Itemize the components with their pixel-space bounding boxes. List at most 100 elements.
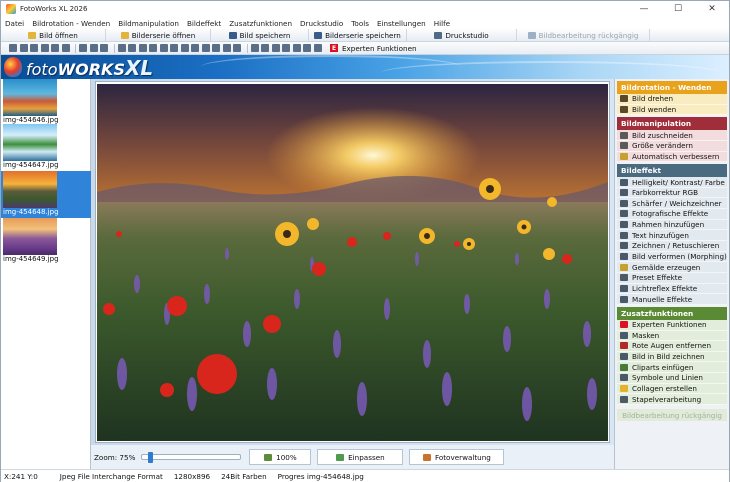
rgb-icon[interactable] (128, 44, 136, 52)
item-manuelle-effekte[interactable]: Manuelle Effekte (617, 294, 727, 305)
item-fotografische-effekte[interactable]: Fotografische Effekte (617, 209, 727, 220)
open-series-button[interactable]: Bilderserie öffnen (106, 29, 211, 41)
item-helligkeit[interactable]: Helligkeit/ Kontrast/ Farbe (617, 177, 727, 188)
save-series-button[interactable]: Bilderserie speichern (309, 29, 407, 41)
manual-icon[interactable] (233, 44, 241, 52)
item-rote-augen[interactable]: Rote Augen entfernen (617, 341, 727, 352)
manual-icon (620, 295, 628, 303)
photo-manager-button[interactable]: Fotoverwaltung (409, 449, 505, 465)
text-icon[interactable] (170, 44, 178, 52)
maximize-button[interactable]: ☐ (661, 1, 695, 17)
rotate-icon[interactable] (30, 44, 38, 52)
resize-icon[interactable] (89, 44, 98, 52)
enhance-icon[interactable] (100, 44, 108, 52)
menu-bildrotation[interactable]: Bildrotation - Wenden (28, 19, 114, 28)
item-gemaelde[interactable]: Gemälde erzeugen (617, 262, 727, 273)
menu-bildeffekt[interactable]: Bildeffekt (183, 19, 225, 28)
rotate-left-icon[interactable] (9, 44, 17, 52)
pip-icon[interactable] (271, 44, 280, 52)
minimize-button[interactable]: — (627, 1, 661, 17)
item-preset[interactable]: Preset Effekte (617, 272, 727, 284)
collage-icon[interactable] (303, 44, 311, 52)
panel-header[interactable]: Bildeffekt (617, 164, 727, 178)
morph-icon[interactable] (191, 44, 199, 52)
flip-horizontal-icon[interactable] (51, 44, 59, 52)
item-experten[interactable]: Experten Funktionen (617, 319, 727, 331)
panel-header[interactable]: Bildmanipulation (617, 117, 727, 131)
preset-icon[interactable] (212, 44, 220, 52)
item-bild-drehen[interactable]: Bild drehen (617, 94, 727, 105)
item-zeichnen[interactable]: Zeichnen / Retuschieren (617, 241, 727, 252)
lensflare-icon (620, 284, 628, 292)
panel-header[interactable]: Bildrotation - Wenden (617, 81, 727, 94)
zoom-100-button[interactable]: 100% (249, 449, 312, 465)
expert-functions-button[interactable]: E Experten Funktionen (330, 44, 417, 53)
menu-druckstudio[interactable]: Druckstudio (296, 19, 347, 28)
menu-tools[interactable]: Tools (347, 19, 373, 28)
flip-vertical-icon[interactable] (61, 44, 70, 52)
brush-icon (620, 242, 628, 250)
brightness-icon[interactable] (117, 44, 126, 52)
undo-button[interactable]: Bildbearbeitung rückgängig (517, 29, 650, 41)
zoom-label: Zoom: 75% (94, 452, 136, 462)
menu-einstellungen[interactable]: Einstellungen (373, 19, 430, 28)
star-icon[interactable] (292, 44, 301, 52)
print-studio-button[interactable]: Druckstudio (407, 29, 517, 41)
item-masken[interactable]: Masken (617, 330, 727, 342)
panel-header[interactable]: Zusatzfunktionen (617, 306, 727, 320)
menu-bildmanipulation[interactable]: Bildmanipulation (114, 19, 183, 28)
main-photo[interactable] (97, 84, 608, 441)
fit-button[interactable]: Einpassen (317, 449, 404, 465)
status-depth: 24Bit Farben (221, 471, 267, 481)
menu-hilfe[interactable]: Hilfe (430, 19, 454, 28)
item-cliparts[interactable]: Cliparts einfügen (617, 362, 727, 374)
item-lichtreflex[interactable]: Lichtreflex Effekte (617, 283, 727, 295)
thumbnail-item-selected[interactable]: img-454648.jpg (1, 171, 91, 218)
clipart-icon[interactable] (282, 44, 290, 52)
thumbnail-item[interactable]: img-454649.jpg (1, 218, 91, 265)
zoom-slider[interactable] (141, 452, 242, 463)
item-schaerfer[interactable]: Schärfer / Weichzeichner (617, 198, 727, 210)
item-verformen[interactable]: Bild verformen (Morphing) (617, 251, 727, 263)
crop-icon[interactable] (79, 44, 87, 52)
undo-disabled-button[interactable]: Bildbearbeitung rückgängig (617, 409, 727, 422)
item-groesse[interactable]: Größe verändern (617, 140, 727, 152)
item-text[interactable]: Text hinzufügen (617, 230, 727, 242)
thumbnail-panel: img-454646.jpg img-454647.jpg img-454648… (1, 79, 91, 469)
save-image-button[interactable]: Bild speichern (211, 29, 309, 41)
lensflare-icon[interactable] (222, 44, 231, 52)
rotate-icon (620, 95, 628, 103)
item-bild-wenden[interactable]: Bild wenden (617, 104, 727, 116)
open-image-button[interactable]: Bild öffnen (1, 29, 106, 41)
item-auto-verbessern[interactable]: Automatisch verbessern (617, 151, 727, 163)
status-size: 1280x896 (173, 471, 211, 481)
item-stapel[interactable]: Stapelverarbeitung (617, 394, 727, 406)
app-logo: fotoWORKSXL (26, 56, 154, 79)
sharpen-icon[interactable] (138, 44, 147, 52)
menu-zusatzfunktionen[interactable]: Zusatzfunktionen (225, 19, 296, 28)
item-symbole[interactable]: Symbole und Linien (617, 373, 727, 384)
image-canvas[interactable] (95, 81, 610, 443)
brush-icon[interactable] (180, 44, 189, 52)
thumbnail-item[interactable]: img-454647.jpg (1, 124, 91, 171)
mask-icon[interactable] (250, 44, 259, 52)
camera-icon[interactable] (149, 44, 157, 52)
frame-icon (620, 221, 628, 229)
menu-datei[interactable]: Datei (1, 19, 28, 28)
item-rahmen[interactable]: Rahmen hinzufügen (617, 219, 727, 231)
frame-icon[interactable] (159, 44, 168, 52)
thumbnail-item[interactable]: img-454646.jpg (1, 79, 91, 126)
item-collagen[interactable]: Collagen erstellen (617, 383, 727, 395)
batch-icon[interactable] (313, 44, 322, 52)
zoom-slider-handle[interactable] (148, 452, 154, 463)
brightness-icon (620, 178, 628, 186)
redeye-icon[interactable] (261, 44, 269, 52)
fit-icon (336, 453, 345, 461)
palette-icon[interactable] (201, 44, 210, 52)
item-farbkorrektur[interactable]: Farbkorrektur RGB (617, 187, 727, 199)
rotate-right-icon[interactable] (19, 44, 28, 52)
item-zuschneiden[interactable]: Bild zuschneiden (617, 130, 727, 141)
close-button[interactable]: ✕ (695, 1, 729, 17)
item-bild-in-bild[interactable]: Bild in Bild zeichnen (617, 351, 727, 363)
refresh-icon[interactable] (40, 44, 49, 52)
